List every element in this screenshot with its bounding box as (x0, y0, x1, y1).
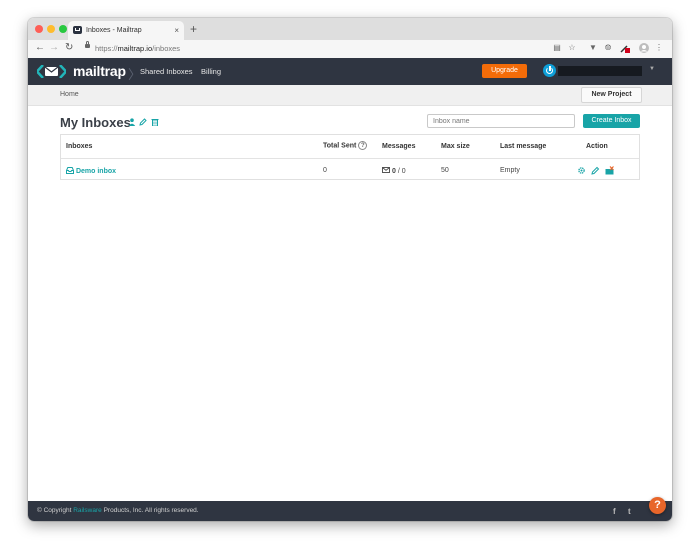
lock-icon (85, 41, 90, 48)
browser-toolbar: ← → ↻ https://mailtrap.io/inboxes ▤ ☆ ▼ … (28, 40, 672, 59)
reload-icon[interactable]: ↻ (65, 42, 73, 53)
menu-icon[interactable]: ⋮ (654, 43, 664, 53)
new-tab-button[interactable]: + (190, 22, 197, 36)
messages-read: 0 (391, 168, 396, 175)
col-total-sent: Total Sent? (323, 141, 368, 150)
cell-max-size: 50 (441, 167, 449, 174)
col-messages: Messages (382, 143, 416, 150)
copyright-suffix: Products, Inc. All rights reserved. (103, 507, 199, 514)
inbox-name-link[interactable]: Demo inbox (66, 167, 116, 175)
help-chat-button[interactable]: ? (649, 497, 666, 514)
inbox-tray-icon (66, 167, 74, 174)
browser-window: Inboxes - Mailtrap × + ← → ↻ https://mai… (28, 18, 672, 521)
cell-messages: 0 / 0 (382, 167, 406, 175)
col-last-message: Last message (500, 143, 547, 150)
cell-last-message: Empty (500, 167, 520, 174)
url-path: /inboxes (152, 44, 181, 53)
new-project-button[interactable]: New Project (581, 87, 642, 103)
col-inboxes: Inboxes (66, 143, 93, 150)
table-row: Demo inbox 0 0 / 0 50 Empty (61, 159, 639, 181)
chevron-down-icon[interactable]: ▼ (649, 66, 655, 72)
url-text: https://mailtrap.io/inboxes (95, 44, 180, 53)
profile-icon[interactable] (639, 43, 649, 53)
col-total-sent-label: Total Sent (323, 142, 357, 150)
col-max-size: Max size (441, 143, 470, 150)
forward-arrow-icon[interactable]: → (49, 42, 59, 53)
footer: © Copyright Railsware Products, Inc. All… (28, 501, 672, 521)
mailtrap-favicon-icon (73, 26, 82, 34)
extension-icon[interactable]: ⨷ (603, 43, 613, 53)
edit-inbox-pencil-icon[interactable] (591, 166, 600, 175)
trash-icon[interactable] (151, 118, 159, 126)
browser-tab[interactable]: Inboxes - Mailtrap × (68, 21, 184, 40)
back-arrow-icon[interactable]: ← (35, 42, 45, 53)
copyright-text: © Copyright Railsware Products, Inc. All… (37, 507, 199, 514)
twitter-icon[interactable]: t (628, 507, 631, 516)
tab-title: Inboxes - Mailtrap (86, 27, 142, 34)
star-icon[interactable]: ☆ (567, 43, 577, 53)
inbox-search-input[interactable] (427, 114, 575, 128)
help-icon[interactable]: ? (358, 141, 368, 150)
tab-strip: Inboxes - Mailtrap × + (28, 18, 672, 40)
mailtrap-logo-icon[interactable] (37, 65, 66, 78)
vpn-icon[interactable]: ▼ (588, 43, 598, 53)
extension-badge-icon[interactable] (620, 43, 630, 53)
url-scheme: https:// (95, 44, 118, 53)
zoom-window-button[interactable] (59, 25, 67, 33)
breadcrumb-home[interactable]: Home (60, 91, 79, 98)
minimize-window-button[interactable] (47, 25, 55, 33)
url-host: mailtrap.io (117, 44, 153, 53)
upgrade-button[interactable]: Upgrade (482, 64, 527, 78)
cell-total-sent: 0 (323, 167, 327, 174)
table-header: Inboxes Total Sent? Messages Max size La… (61, 135, 639, 159)
app-navbar: mailtrap 〉 Shared Inboxes Billing Upgrad… (28, 58, 672, 85)
breadcrumb-bar: Home New Project (28, 85, 672, 106)
inboxes-table: Inboxes Total Sent? Messages Max size La… (60, 134, 640, 180)
clear-inbox-icon[interactable] (605, 166, 614, 175)
create-inbox-button[interactable]: Create Inbox (583, 114, 640, 128)
company-link[interactable]: Railsware (73, 507, 102, 514)
facebook-icon[interactable]: f (613, 507, 616, 516)
messages-separator: / (397, 168, 400, 175)
settings-gear-icon[interactable] (577, 166, 586, 175)
col-action: Action (586, 143, 608, 150)
account-avatar-icon[interactable] (543, 64, 556, 77)
envelope-icon (382, 167, 390, 173)
copyright-prefix: © Copyright (37, 507, 72, 514)
close-window-button[interactable] (35, 25, 43, 33)
nav-billing[interactable]: Billing (201, 67, 221, 76)
page-title: My Inboxes (60, 115, 131, 130)
account-name-redacted[interactable] (558, 66, 642, 76)
address-bar[interactable]: https://mailtrap.io/inboxes (81, 41, 561, 55)
nav-shared-inboxes[interactable]: Shared Inboxes (140, 67, 193, 76)
edit-pencil-icon[interactable] (139, 118, 147, 126)
logo-text[interactable]: mailtrap (73, 63, 126, 79)
messages-total: 0 (401, 168, 406, 175)
tab-close-icon[interactable]: × (174, 26, 179, 35)
share-user-icon[interactable] (128, 118, 136, 126)
inbox-name[interactable]: Demo inbox (76, 168, 116, 175)
translate-icon[interactable]: ▤ (552, 43, 562, 53)
